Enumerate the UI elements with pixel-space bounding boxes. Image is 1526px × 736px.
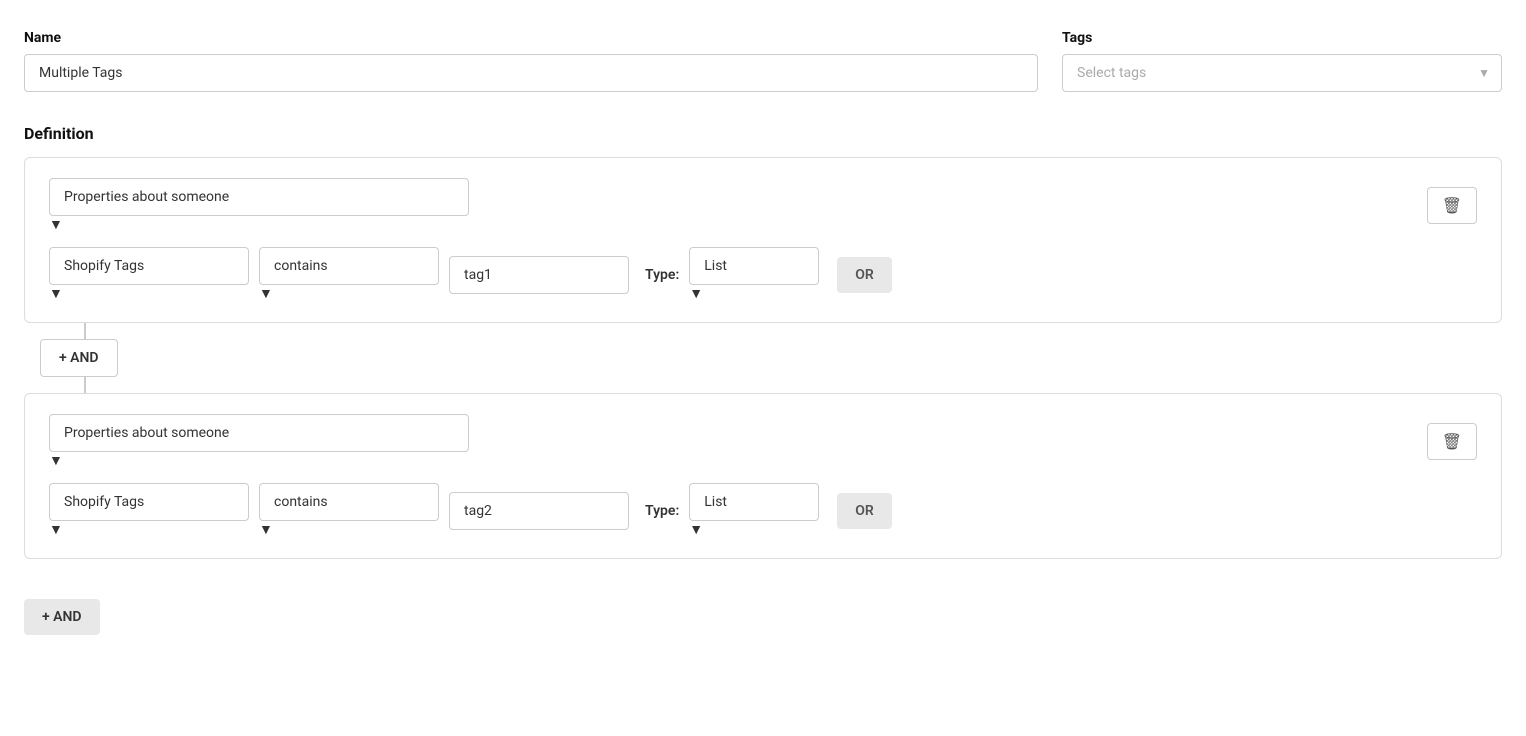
trash-icon: 🗑	[1442, 432, 1462, 451]
name-input[interactable]	[24, 54, 1038, 92]
shopify-tags-select-2[interactable]: Shopify Tags	[49, 483, 249, 521]
shopify-tags-select-1[interactable]: Shopify Tags	[49, 247, 249, 285]
properties-select-2[interactable]: Properties about someone	[49, 414, 469, 452]
and-connector: + AND	[24, 323, 1502, 393]
tag-value-input-1[interactable]	[449, 256, 629, 294]
shopify-select-wrapper-2: Shopify Tags ▼	[49, 483, 249, 538]
chevron-down-icon: ▼	[689, 522, 703, 538]
delete-button-1[interactable]: 🗑	[1427, 187, 1477, 224]
definition-title: Definition	[24, 124, 1502, 143]
list-select-wrapper-2: List ▼	[689, 483, 819, 538]
or-button-2[interactable]: OR	[837, 493, 892, 529]
properties-select-1[interactable]: Properties about someone	[49, 178, 469, 216]
chevron-down-icon: ▼	[49, 522, 63, 538]
contains-select-wrapper-2: contains ▼	[259, 483, 439, 538]
tags-field-group: Tags Select tags ▼	[1062, 30, 1502, 92]
properties-select-wrapper-2: Properties about someone ▼	[49, 414, 469, 469]
and-button[interactable]: + AND	[40, 339, 118, 377]
chevron-down-icon: ▼	[689, 286, 703, 302]
properties-select-wrapper-1: Properties about someone ▼	[49, 178, 469, 233]
condition-row-bottom-2: Shopify Tags ▼ contains ▼ Type: List	[49, 483, 1477, 538]
name-label: Name	[24, 30, 1038, 46]
name-field-group: Name	[24, 30, 1038, 92]
tags-select-wrapper: Select tags ▼	[1062, 54, 1502, 92]
delete-button-2[interactable]: 🗑	[1427, 423, 1477, 460]
contains-select-2[interactable]: contains	[259, 483, 439, 521]
condition-block-1: Properties about someone ▼ 🗑 Shopify Tag…	[24, 157, 1502, 323]
chevron-down-icon: ▼	[259, 522, 273, 538]
type-label-1: Type:	[645, 267, 679, 283]
list-select-2[interactable]: List	[689, 483, 819, 521]
tag-value-input-2[interactable]	[449, 492, 629, 530]
condition-row-bottom-1: Shopify Tags ▼ contains ▼ Type: List	[49, 247, 1477, 302]
blocks-area: Properties about someone ▼ 🗑 Shopify Tag…	[24, 157, 1502, 635]
vertical-line-top	[84, 323, 86, 339]
condition-row-top-2: Properties about someone ▼ 🗑	[49, 414, 1477, 469]
vertical-line-bottom	[84, 377, 86, 393]
list-select-wrapper-1: List ▼	[689, 247, 819, 302]
shopify-select-wrapper-1: Shopify Tags ▼	[49, 247, 249, 302]
bottom-and-area: + AND	[24, 579, 1502, 635]
chevron-down-icon: ▼	[259, 286, 273, 302]
condition-block-2: Properties about someone ▼ 🗑 Shopify Tag…	[24, 393, 1502, 559]
trash-icon: 🗑	[1442, 196, 1462, 215]
top-section: Name Tags Select tags ▼	[24, 30, 1502, 92]
tags-select[interactable]: Select tags	[1062, 54, 1502, 92]
chevron-down-icon: ▼	[49, 217, 63, 233]
contains-select-wrapper-1: contains ▼	[259, 247, 439, 302]
contains-select-1[interactable]: contains	[259, 247, 439, 285]
chevron-down-icon: ▼	[49, 286, 63, 302]
type-label-2: Type:	[645, 503, 679, 519]
or-button-1[interactable]: OR	[837, 257, 892, 293]
tags-label: Tags	[1062, 30, 1502, 46]
and-button-bottom[interactable]: + AND	[24, 599, 100, 635]
chevron-down-icon: ▼	[49, 453, 63, 469]
list-select-1[interactable]: List	[689, 247, 819, 285]
definition-section: Definition Properties about someone ▼ 🗑	[24, 124, 1502, 635]
condition-row-top-1: Properties about someone ▼ 🗑	[49, 178, 1477, 233]
